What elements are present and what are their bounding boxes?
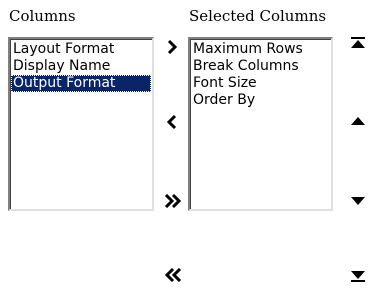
selected-column-font-size[interactable]: Font Size [191,75,330,92]
available-columns-list[interactable]: Layout Format Display Name Output Format [8,37,154,211]
add-all-columns-button[interactable] [161,191,185,211]
available-column-output-format[interactable]: Output Format [11,75,151,92]
selected-column-label: Font Size [193,75,257,91]
double-chevron-right-icon [164,194,182,208]
selected-column-maximum-rows[interactable]: Maximum Rows [191,41,330,58]
selected-columns-heading: Selected Columns [189,7,327,25]
available-columns-heading: Columns [9,7,76,25]
available-column-display-name[interactable]: Display Name [11,58,151,75]
available-column-label: Layout Format [13,41,115,57]
selected-column-order-by[interactable]: Order By [191,92,330,109]
chevron-left-icon [166,115,177,129]
move-down-button[interactable] [348,194,368,208]
move-down-icon [351,196,365,205]
move-up-button[interactable] [348,114,368,128]
selected-column-label: Order By [193,92,256,108]
available-column-label: Output Format [13,75,116,91]
selected-columns-list[interactable]: Maximum Rows Break Columns Font Size Ord… [188,37,333,211]
move-to-bottom-icon [351,271,365,282]
move-to-top-icon [351,37,365,48]
move-to-bottom-button[interactable] [348,268,368,284]
add-column-button[interactable] [162,37,182,57]
chevron-right-icon [167,40,178,54]
available-column-layout-format[interactable]: Layout Format [11,41,151,58]
column-chooser: Columns Selected Columns Layout Format D… [0,0,371,289]
selected-column-break-columns[interactable]: Break Columns [191,58,330,75]
selected-column-label: Break Columns [193,58,299,74]
move-up-icon [351,116,365,125]
remove-column-button[interactable] [162,112,182,132]
available-column-label: Display Name [13,58,111,74]
double-chevron-left-icon [164,268,182,282]
move-to-top-button[interactable] [348,35,368,51]
selected-column-label: Maximum Rows [193,41,303,57]
remove-all-columns-button[interactable] [161,265,185,285]
